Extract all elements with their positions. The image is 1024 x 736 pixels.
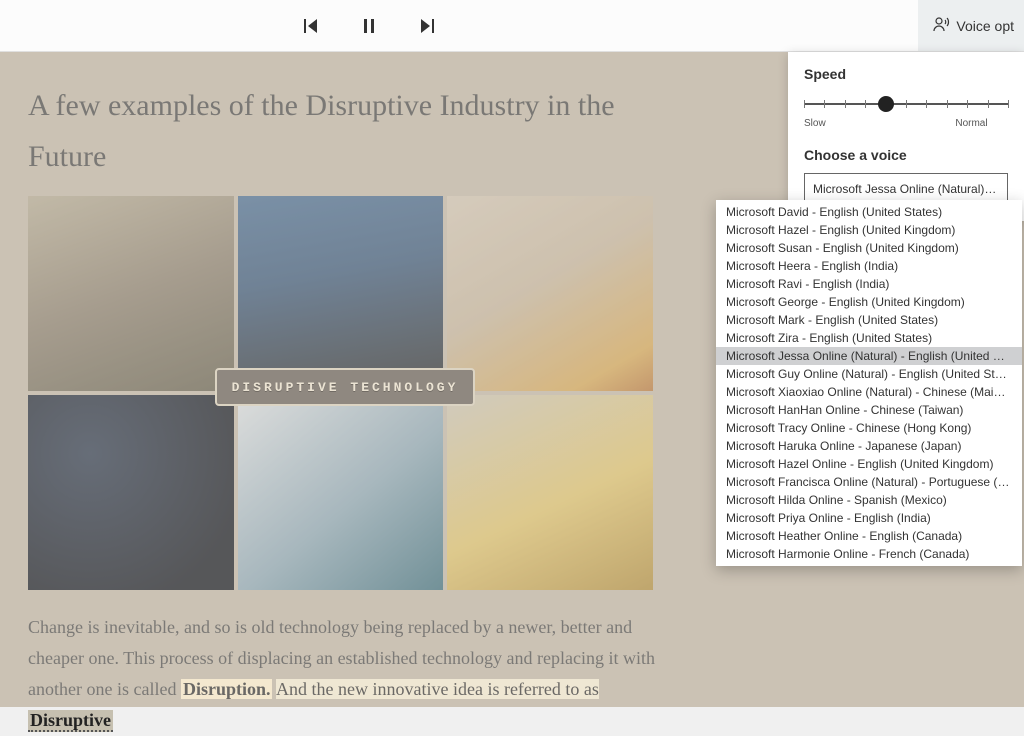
article-image [238, 395, 444, 590]
voice-option[interactable]: Microsoft Heather Online - English (Cana… [716, 527, 1022, 545]
choose-voice-label: Choose a voice [804, 147, 1008, 163]
speed-slider-labels: Slow Normal [804, 118, 988, 129]
voice-option[interactable]: Microsoft Hazel Online - English (United… [716, 455, 1022, 473]
voice-dropdown[interactable]: Microsoft David - English (United States… [716, 200, 1022, 566]
article-heading: A few examples of the Disruptive Industr… [28, 80, 663, 182]
voice-option[interactable]: Microsoft Xiaoxiao Online (Natural) - Ch… [716, 383, 1022, 401]
slider-mid-label: Normal [955, 118, 987, 129]
voice-option[interactable]: Microsoft Harmonie Online - French (Cana… [716, 545, 1022, 563]
article-image [28, 196, 234, 391]
voice-icon [932, 15, 950, 36]
speed-label: Speed [804, 66, 1008, 82]
voice-option[interactable]: Microsoft Tracy Online - Chinese (Hong K… [716, 419, 1022, 437]
speed-slider[interactable] [804, 92, 1008, 116]
article-image [28, 395, 234, 590]
pause-button[interactable] [358, 15, 380, 37]
playback-controls [300, 15, 438, 37]
speed-slider-thumb[interactable] [878, 96, 894, 112]
article-image-grid: DISRUPTIVE TECHNOLOGY [28, 196, 653, 590]
current-read-word: Disruptive [28, 710, 113, 732]
voice-option[interactable]: Microsoft Susan - English (United Kingdo… [716, 239, 1022, 257]
next-button[interactable] [416, 15, 438, 37]
voice-option[interactable]: Microsoft Guy Online (Natural) - English… [716, 365, 1022, 383]
article-paragraph: Change is inevitable, and so is old tech… [28, 612, 663, 736]
voice-options-label: Voice opt [956, 18, 1014, 34]
voice-option[interactable]: Microsoft Haruka Online - Japanese (Japa… [716, 437, 1022, 455]
article-text: And the new innovative idea is referred … [276, 679, 599, 699]
voice-option[interactable]: Microsoft Francisca Online (Natural) - P… [716, 473, 1022, 491]
voice-option[interactable]: Microsoft Jessa Online (Natural) - Engli… [716, 347, 1022, 365]
voice-option[interactable]: Microsoft Zira - English (United States) [716, 329, 1022, 347]
voice-options-panel: Speed Slow Normal Choose a voice Microso… [788, 52, 1024, 221]
previous-button[interactable] [300, 15, 322, 37]
article-image-banner: DISRUPTIVE TECHNOLOGY [215, 368, 475, 406]
voice-option[interactable]: Microsoft Ravi - English (India) [716, 275, 1022, 293]
voice-option[interactable]: Microsoft Hazel - English (United Kingdo… [716, 221, 1022, 239]
reader-toolbar: Voice opt [0, 0, 1024, 52]
slider-min-label: Slow [804, 118, 826, 129]
voice-option[interactable]: Microsoft HanHan Online - Chinese (Taiwa… [716, 401, 1022, 419]
voice-options-button[interactable]: Voice opt [918, 0, 1024, 51]
article: A few examples of the Disruptive Industr… [28, 80, 663, 736]
article-image [238, 196, 444, 391]
article-image [447, 395, 653, 590]
voice-option[interactable]: Microsoft Heera - English (India) [716, 257, 1022, 275]
voice-option[interactable]: Microsoft Priya Online - English (India) [716, 509, 1022, 527]
voice-option[interactable]: Microsoft David - English (United States… [716, 203, 1022, 221]
article-image [447, 196, 653, 391]
voice-option[interactable]: Microsoft Mark - English (United States) [716, 311, 1022, 329]
voice-option[interactable]: Microsoft Hilda Online - Spanish (Mexico… [716, 491, 1022, 509]
voice-option[interactable]: Microsoft George - English (United Kingd… [716, 293, 1022, 311]
highlighted-word: Disruption. [181, 679, 273, 699]
